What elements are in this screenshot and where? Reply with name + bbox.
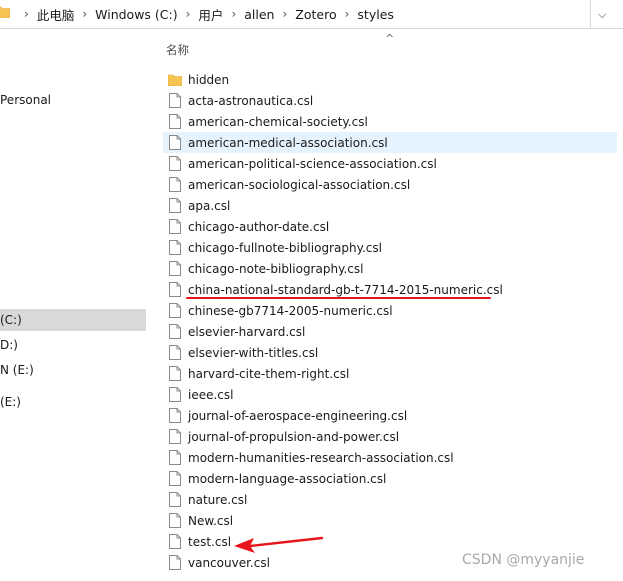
breadcrumb-separator-icon[interactable]: › bbox=[231, 7, 236, 21]
file-icon bbox=[169, 156, 181, 171]
list-item[interactable]: chicago-fullnote-bibliography.csl bbox=[163, 237, 617, 258]
breadcrumb-item[interactable]: allen bbox=[244, 7, 274, 22]
file-name: chicago-note-bibliography.csl bbox=[188, 261, 364, 276]
file-name: hidden bbox=[188, 72, 230, 87]
file-name: nature.csl bbox=[188, 492, 248, 507]
file-icon bbox=[169, 177, 181, 192]
file-name: modern-language-association.csl bbox=[188, 471, 387, 486]
list-item[interactable]: ieee.csl bbox=[163, 384, 617, 405]
file-name: acta-astronautica.csl bbox=[188, 93, 314, 108]
list-item[interactable]: acta-astronautica.csl bbox=[163, 90, 617, 111]
watermark: CSDN @myyanjie bbox=[462, 552, 585, 568]
list-item[interactable]: american-sociological-association.csl bbox=[163, 174, 617, 195]
folder-icon bbox=[168, 72, 182, 87]
address-bar[interactable]: › 此电脑 › Windows (C:) › 用户 › allen › Zotero › styles… bbox=[0, 0, 623, 29]
file-icon bbox=[169, 471, 181, 486]
file-name: chinese-gb7714-2005-numeric.csl bbox=[188, 303, 393, 318]
breadcrumb-item[interactable]: styles bbox=[357, 7, 394, 22]
navigation-pane: Personal (C:) D:) N (E:) (E:) bbox=[0, 29, 146, 581]
file-icon bbox=[169, 555, 181, 570]
list-item[interactable]: harvard-cite-them-right.csl bbox=[163, 363, 617, 384]
nav-item[interactable]: D:) bbox=[0, 334, 146, 356]
breadcrumb-separator-icon[interactable]: › bbox=[186, 7, 191, 21]
file-icon bbox=[169, 240, 181, 255]
file-icon bbox=[169, 261, 181, 276]
file-name: journal-of-propulsion-and-power.csl bbox=[188, 429, 400, 444]
file-name: american-sociological-association.csl bbox=[188, 177, 411, 192]
list-item[interactable]: elsevier-harvard.csl bbox=[163, 321, 617, 342]
file-icon bbox=[169, 198, 181, 213]
list-item[interactable]: nature.csl bbox=[163, 489, 617, 510]
breadcrumb-item[interactable]: 用户 bbox=[198, 5, 223, 24]
file-icon bbox=[169, 93, 181, 108]
chevron-down-icon[interactable]: ⌵ bbox=[598, 8, 606, 22]
list-item[interactable]: apa.csl bbox=[163, 195, 617, 216]
file-name: journal-of-aerospace-engineering.csl bbox=[188, 408, 408, 423]
breadcrumb-separator-icon[interactable]: › bbox=[282, 7, 287, 21]
sort-ascending-icon: ^ bbox=[385, 32, 395, 45]
file-icon bbox=[169, 303, 181, 318]
breadcrumb-separator-icon[interactable]: › bbox=[345, 7, 350, 21]
file-name: modern-humanities-research-association.c… bbox=[188, 450, 454, 465]
file-icon bbox=[169, 534, 181, 549]
breadcrumb-separator-icon[interactable]: › bbox=[24, 7, 29, 21]
file-name: harvard-cite-them-right.csl bbox=[188, 366, 350, 381]
list-item[interactable]: chicago-author-date.csl bbox=[163, 216, 617, 237]
breadcrumb-item[interactable]: Zotero bbox=[295, 7, 336, 22]
address-divider bbox=[590, 0, 591, 28]
nav-item[interactable]: (C:) bbox=[0, 309, 146, 331]
file-list: hidden acta-astronautica.csl american-chem… bbox=[163, 69, 623, 573]
list-item[interactable]: chinese-gb7714-2005-numeric.csl bbox=[163, 300, 617, 321]
file-name: ieee.csl bbox=[188, 387, 234, 402]
list-item[interactable]: hidden bbox=[163, 69, 617, 90]
file-icon bbox=[169, 450, 181, 465]
breadcrumb-item[interactable]: Windows (C:) bbox=[95, 7, 177, 22]
list-item[interactable]: american-medical-association.csl bbox=[163, 132, 617, 153]
file-name: american-chemical-society.csl bbox=[188, 114, 368, 129]
file-icon bbox=[169, 345, 181, 360]
file-icon bbox=[169, 219, 181, 234]
file-name: elsevier-harvard.csl bbox=[188, 324, 306, 339]
file-name: chicago-author-date.csl bbox=[188, 219, 330, 234]
breadcrumb: › 此电脑 › Windows (C:) › 用户 › allen › Zotero › styles bbox=[16, 0, 394, 28]
file-icon bbox=[169, 492, 181, 507]
file-icon bbox=[169, 282, 181, 297]
file-icon bbox=[169, 408, 181, 423]
file-icon bbox=[169, 387, 181, 402]
list-item[interactable]: elsevier-with-titles.csl bbox=[163, 342, 617, 363]
list-item[interactable]: modern-humanities-research-association.c… bbox=[163, 447, 617, 468]
file-icon bbox=[169, 324, 181, 339]
file-icon bbox=[169, 513, 181, 528]
list-item[interactable]: modern-language-association.csl bbox=[163, 468, 617, 489]
folder-icon bbox=[0, 6, 10, 18]
list-item[interactable]: New.csl bbox=[163, 510, 617, 531]
file-name: vancouver.csl bbox=[188, 555, 270, 570]
file-name: american-political-science-association.c… bbox=[188, 156, 437, 171]
red-underline-annotation bbox=[186, 297, 491, 299]
nav-item[interactable]: N (E:) bbox=[0, 359, 146, 381]
file-name: chicago-fullnote-bibliography.csl bbox=[188, 240, 382, 255]
file-icon bbox=[169, 114, 181, 129]
file-name: apa.csl bbox=[188, 198, 231, 213]
file-name: test.csl bbox=[188, 534, 232, 549]
file-name: New.csl bbox=[188, 513, 234, 528]
file-name: china-national-standard-gb-t-7714-2015-n… bbox=[188, 282, 503, 297]
nav-item[interactable]: Personal bbox=[0, 89, 146, 111]
list-item[interactable]: journal-of-aerospace-engineering.csl bbox=[163, 405, 617, 426]
red-arrow-annotation bbox=[234, 536, 324, 553]
file-name: american-medical-association.csl bbox=[188, 135, 388, 150]
breadcrumb-separator-icon[interactable]: › bbox=[82, 7, 87, 21]
breadcrumb-item[interactable]: 此电脑 bbox=[37, 5, 75, 24]
list-item[interactable]: journal-of-propulsion-and-power.csl bbox=[163, 426, 617, 447]
file-name: elsevier-with-titles.csl bbox=[188, 345, 319, 360]
file-icon bbox=[169, 366, 181, 381]
nav-item[interactable]: (E:) bbox=[0, 391, 146, 413]
file-icon bbox=[169, 135, 181, 150]
list-item[interactable]: chicago-note-bibliography.csl bbox=[163, 258, 617, 279]
file-icon bbox=[169, 429, 181, 444]
list-item[interactable]: american-political-science-association.c… bbox=[163, 153, 617, 174]
column-header-name[interactable]: 名称 bbox=[166, 42, 189, 58]
list-item[interactable]: american-chemical-society.csl bbox=[163, 111, 617, 132]
